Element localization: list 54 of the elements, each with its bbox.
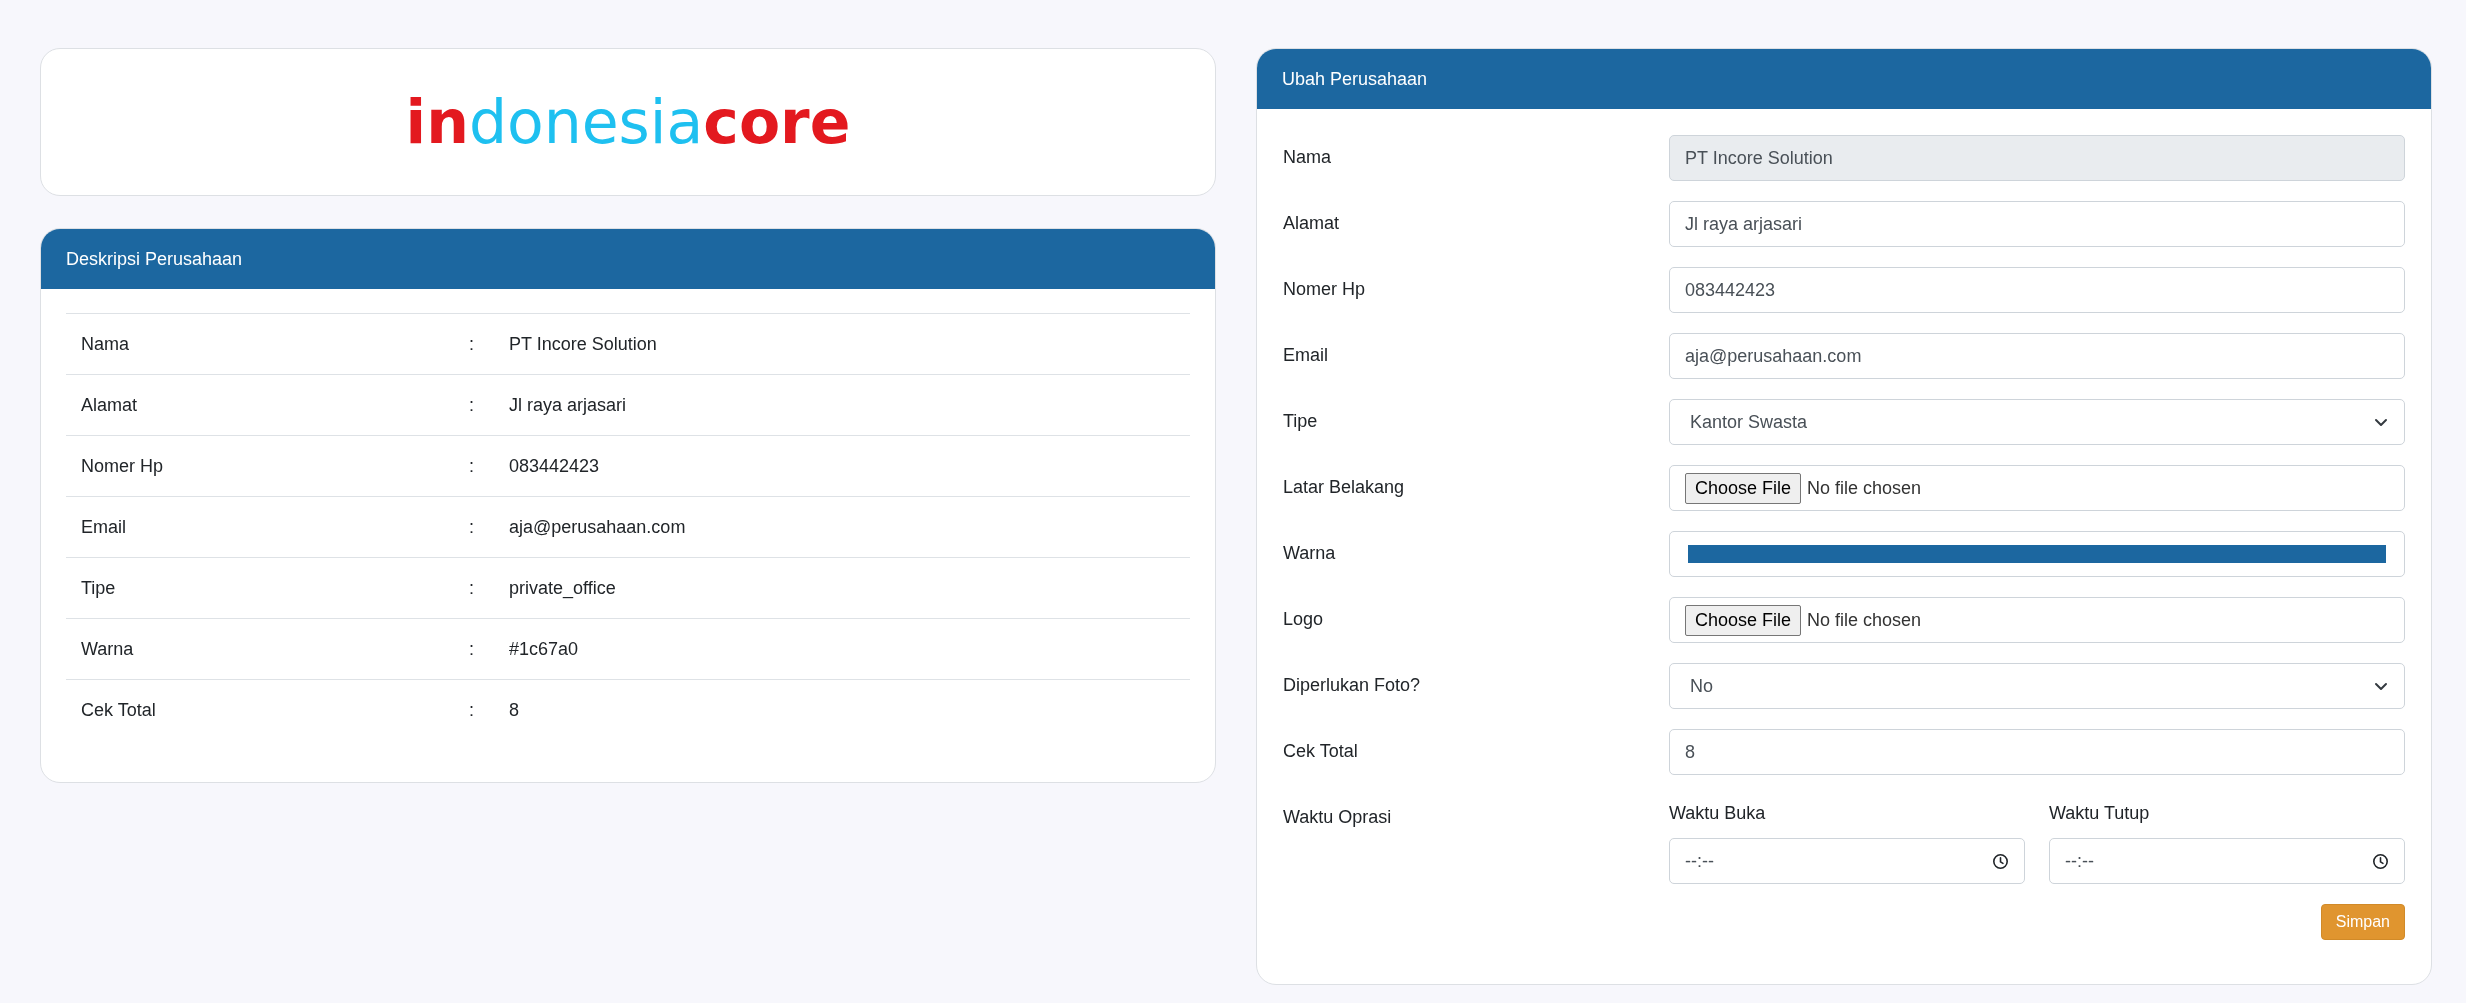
field-label: Tipe: [80, 577, 117, 599]
field-label: Email: [1283, 344, 1329, 366]
field-label: Nomer Hp: [1283, 278, 1367, 300]
choose-file-button[interactable]: Choose File: [1685, 604, 1802, 636]
separator: :: [469, 516, 475, 538]
field-label: Nama: [1283, 146, 1332, 168]
text-field[interactable]: Jl raya arjasari: [1669, 201, 2405, 247]
text-field[interactable]: aja@perusahaan.com: [1669, 333, 2405, 379]
time-field[interactable]: --:--: [2049, 838, 2405, 884]
field-label: Waktu Tutup: [2049, 802, 2151, 824]
field-value: 083442423: [509, 455, 600, 477]
separator: :: [469, 699, 475, 721]
time-field[interactable]: --:--: [1669, 838, 2025, 884]
field-value: private_office: [509, 577, 616, 599]
file-status: No file chosen: [1807, 477, 1922, 499]
field-label: Logo: [1283, 608, 1325, 630]
field-value: aja@perusahaan.com: [509, 516, 686, 538]
field-label: Alamat: [1283, 212, 1341, 234]
separator: :: [469, 638, 475, 660]
field-label: Latar Belakang: [1283, 476, 1406, 498]
field-label: Warna: [80, 638, 135, 660]
company-logo: indonesiacore: [405, 92, 851, 152]
field-label: Nama: [80, 333, 130, 355]
file-field[interactable]: Choose File No file chosen: [1669, 597, 2405, 643]
separator: :: [469, 333, 475, 355]
field-label: Diperlukan Foto?: [1283, 674, 1422, 696]
field-value: Jl raya arjasari: [509, 394, 627, 416]
clock-icon: [2372, 852, 2389, 870]
choose-file-button[interactable]: Choose File: [1685, 472, 1802, 504]
separator: :: [469, 455, 475, 477]
color-field[interactable]: [1669, 531, 2405, 577]
file-field[interactable]: Choose File No file chosen: [1669, 465, 2405, 511]
field-label: Alamat: [80, 394, 139, 416]
field-label: Email: [80, 516, 127, 538]
file-status: No file chosen: [1807, 609, 1922, 631]
select-field[interactable]: No: [1669, 663, 2405, 709]
field-value: 8: [509, 699, 519, 721]
field-label: Cek Total: [1283, 740, 1359, 762]
separator: :: [469, 394, 475, 416]
field-label: Warna: [1283, 542, 1337, 564]
field-label: Tipe: [1283, 410, 1319, 432]
field-label: Cek Total: [80, 699, 157, 721]
field-label: Waktu Oprasi: [1283, 806, 1393, 828]
card-title: Deskripsi Perusahaan: [66, 248, 243, 270]
field-label: Waktu Buka: [1669, 802, 1767, 824]
field-label: Nomer Hp: [80, 455, 165, 477]
select-field[interactable]: Kantor Swasta: [1669, 399, 2405, 445]
text-field[interactable]: 8: [1669, 729, 2405, 775]
field-value: #1c67a0: [509, 638, 579, 660]
separator: :: [469, 577, 475, 599]
card-title: Ubah Perusahaan: [1282, 68, 1428, 90]
clock-icon: [1992, 852, 2009, 870]
text-field[interactable]: 083442423: [1669, 267, 2405, 313]
field-value: PT Incore Solution: [509, 333, 657, 355]
